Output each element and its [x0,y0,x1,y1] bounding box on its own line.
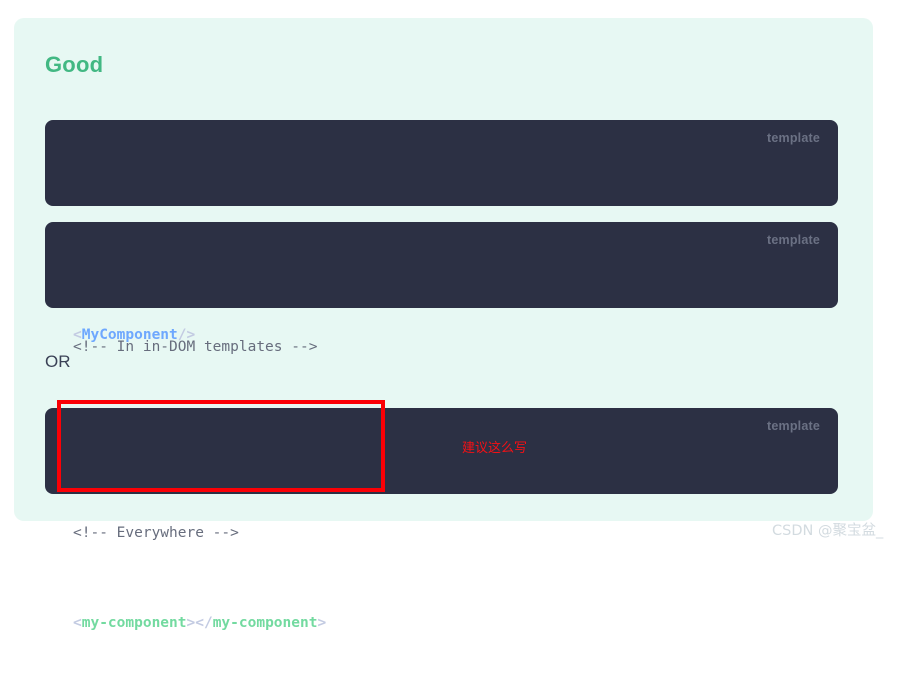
code-line-comment: <!-- In in-DOM templates --> [73,332,814,362]
tag-name: my-component [82,615,187,631]
good-practice-panel: Good template <!-- In Single-File Compon… [14,18,873,521]
code-block-single-file-components: template <!-- In Single-File Components … [45,120,838,206]
or-separator-label: OR [45,350,71,374]
language-label: template [767,232,820,248]
code-block-everywhere: template <!-- Everywhere --> <my-compone… [45,408,838,494]
code-line-tag: <my-component></my-component> [73,608,814,638]
comment-token: <!-- In in-DOM templates --> [73,339,317,355]
bracket-mid: ></ [187,615,213,631]
language-label: template [767,418,820,434]
bracket-close: > [317,615,326,631]
closing-tag-name: my-component [213,615,318,631]
code-block-in-dom-templates: template <!-- In in-DOM templates --> <m… [45,222,838,308]
comment-token: <!-- Everywhere --> [73,525,239,541]
page-title: Good [45,51,103,79]
annotation-note: 建议这么写 [462,440,527,458]
bracket-open: < [73,615,82,631]
language-label: template [767,130,820,146]
code-line-comment: <!-- Everywhere --> [73,518,814,548]
watermark: CSDN @聚宝盆_ [772,521,883,541]
